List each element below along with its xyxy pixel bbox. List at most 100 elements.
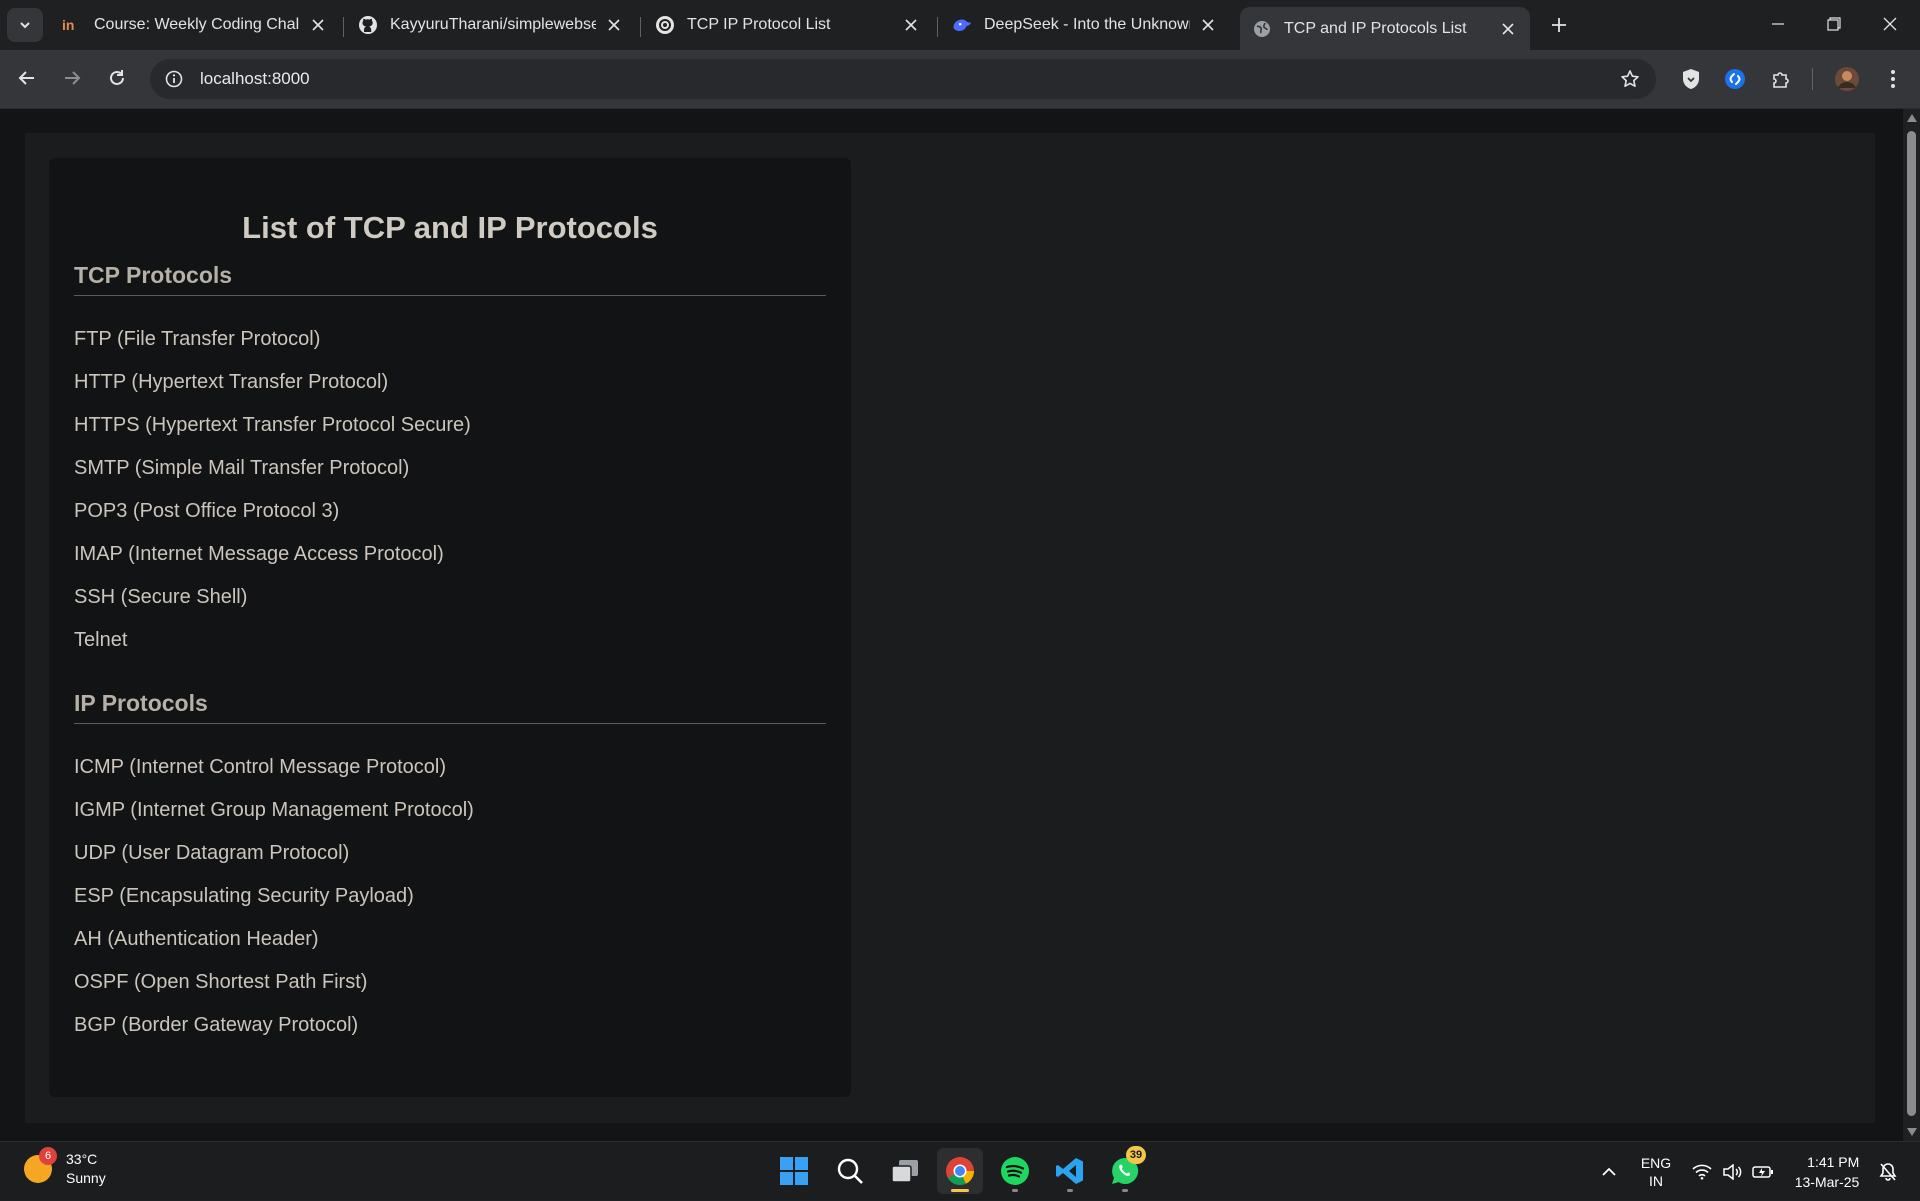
task-view-icon bbox=[891, 1160, 918, 1183]
list-item: AH (Authentication Header) bbox=[74, 928, 319, 950]
clock-time: 1:41 PM bbox=[1807, 1153, 1860, 1170]
restore-icon bbox=[1827, 17, 1841, 31]
puzzle-icon bbox=[1773, 72, 1789, 88]
vertical-scrollbar[interactable] bbox=[1903, 109, 1920, 1141]
clock-date: 13-Mar-25 bbox=[1794, 1173, 1860, 1190]
reload-button[interactable] bbox=[99, 60, 135, 96]
taskbar-search-button[interactable] bbox=[827, 1148, 873, 1194]
tab-title: DeepSeek - Into the Unknown bbox=[984, 16, 1190, 33]
tab-deepseek[interactable]: DeepSeek - Into the Unknown bbox=[940, 7, 1230, 43]
shazam-extension[interactable] bbox=[1720, 64, 1750, 94]
notification-bell-icon[interactable] bbox=[1874, 1142, 1902, 1201]
system-clock[interactable]: 1:41 PM 13-Mar-25 bbox=[1786, 1142, 1868, 1201]
browser-toolbar: localhost:8000 bbox=[0, 50, 1920, 109]
task-view-button[interactable] bbox=[882, 1148, 928, 1194]
whatsapp-notification-badge: 39 bbox=[1126, 1146, 1146, 1164]
close-icon[interactable] bbox=[1198, 15, 1218, 35]
url-text[interactable]: localhost:8000 bbox=[200, 69, 310, 89]
avatar-icon bbox=[1835, 67, 1859, 91]
reload-icon bbox=[110, 70, 124, 85]
ip-protocol-list: ICMP (Internet Control Message Protocol)… bbox=[74, 746, 826, 1047]
list-item: OSPF (Open Shortest Path First) bbox=[74, 971, 368, 993]
tcp-protocol-list: FTP (File Transfer Protocol) HTTP (Hyper… bbox=[74, 318, 826, 662]
ip-section-heading: IP Protocols bbox=[74, 690, 826, 724]
language-indicator[interactable]: ENG IN bbox=[1632, 1142, 1680, 1201]
show-hidden-icons-button[interactable] bbox=[1594, 1142, 1624, 1201]
weather-temp: 33°C bbox=[66, 1151, 98, 1167]
profile-avatar[interactable] bbox=[1832, 64, 1862, 94]
wifi-icon[interactable] bbox=[1690, 1142, 1714, 1201]
tab-title: Course: Weekly Coding Challen bbox=[94, 16, 300, 33]
deepseek-icon bbox=[952, 15, 972, 35]
list-item: HTTPS (Hypertext Transfer Protocol Secur… bbox=[74, 414, 471, 436]
taskbar-spotify[interactable] bbox=[992, 1148, 1038, 1194]
tab-title: TCP IP Protocol List bbox=[687, 16, 831, 33]
running-app-indicator bbox=[1122, 1189, 1128, 1192]
scroll-up-icon[interactable] bbox=[1906, 112, 1917, 123]
chrome-icon bbox=[946, 1157, 974, 1185]
toolbar-separator bbox=[1812, 68, 1813, 90]
browser-menu-button[interactable] bbox=[1878, 64, 1908, 94]
back-button[interactable] bbox=[9, 60, 45, 96]
tab-title: TCP and IP Protocols List bbox=[1284, 19, 1467, 37]
taskbar-whatsapp[interactable]: 39 bbox=[1102, 1146, 1148, 1194]
tab-chatgpt[interactable]: TCP IP Protocol List bbox=[643, 7, 933, 43]
list-item: Telnet bbox=[74, 629, 128, 651]
scrollbar-thumb[interactable] bbox=[1907, 131, 1916, 1116]
taskbar-chrome[interactable] bbox=[937, 1148, 983, 1194]
close-icon[interactable] bbox=[901, 15, 921, 35]
weather-widget[interactable]: 6 33°C Sunny bbox=[24, 1147, 106, 1188]
start-button[interactable] bbox=[771, 1148, 817, 1194]
weather-text: 33°C Sunny bbox=[66, 1150, 106, 1188]
list-item: ICMP (Internet Control Message Protocol) bbox=[74, 756, 447, 778]
close-icon[interactable] bbox=[604, 15, 624, 35]
volume-icon[interactable] bbox=[1720, 1142, 1744, 1201]
list-item: IGMP (Internet Group Management Protocol… bbox=[74, 799, 474, 821]
bookmark-star-icon[interactable] bbox=[1620, 69, 1640, 94]
minimize-icon bbox=[1772, 23, 1784, 25]
tab-separator bbox=[937, 17, 938, 37]
spotify-icon bbox=[1001, 1157, 1029, 1185]
region-code: IN bbox=[1649, 1172, 1663, 1189]
chevron-down-icon bbox=[20, 22, 30, 29]
tcp-section-heading: TCP Protocols bbox=[74, 262, 826, 296]
windows-taskbar: 6 33°C Sunny 39 ENG IN 1:41 PM 13-Mar-25 bbox=[0, 1141, 1920, 1200]
scroll-down-icon[interactable] bbox=[1906, 1126, 1917, 1137]
site-info-icon[interactable] bbox=[154, 59, 194, 99]
list-item: HTTP (Hypertext Transfer Protocol) bbox=[74, 371, 389, 393]
minimize-button[interactable] bbox=[1750, 0, 1806, 48]
list-item: ESP (Encapsulating Security Payload) bbox=[74, 885, 414, 907]
github-icon bbox=[358, 15, 378, 35]
close-icon[interactable] bbox=[308, 15, 328, 35]
vscode-icon bbox=[1056, 1158, 1083, 1184]
weather-badge: 6 bbox=[39, 1147, 57, 1165]
taskbar-vscode[interactable] bbox=[1047, 1148, 1093, 1194]
tab-github[interactable]: KayyuruTharani/simplewebserv bbox=[346, 7, 636, 43]
list-item: FTP (File Transfer Protocol) bbox=[74, 328, 321, 350]
svg-text:in: in bbox=[62, 17, 74, 33]
list-item: BGP (Border Gateway Protocol) bbox=[74, 1014, 359, 1036]
weather-sun-icon: 6 bbox=[24, 1147, 57, 1183]
tab-course[interactable]: in Course: Weekly Coding Challen bbox=[50, 7, 340, 43]
list-item: UDP (User Datagram Protocol) bbox=[74, 842, 350, 864]
shazam-icon bbox=[1725, 69, 1745, 89]
more-vertical-icon bbox=[1891, 70, 1895, 88]
restore-button[interactable] bbox=[1806, 0, 1862, 48]
running-app-indicator bbox=[1012, 1189, 1018, 1192]
close-window-button[interactable] bbox=[1862, 0, 1918, 48]
tab-active-protocols[interactable]: TCP and IP Protocols List bbox=[1240, 7, 1530, 50]
list-item: IMAP (Internet Message Access Protocol) bbox=[74, 543, 444, 565]
page-title: List of TCP and IP Protocols bbox=[242, 210, 658, 245]
protocol-list-container: List of TCP and IP Protocols TCP Protoco… bbox=[49, 158, 851, 1097]
new-tab-button[interactable] bbox=[1545, 11, 1573, 39]
address-bar[interactable]: localhost:8000 bbox=[150, 59, 1656, 99]
brave-shield-extension[interactable] bbox=[1676, 64, 1706, 94]
chatgpt-icon bbox=[655, 15, 675, 35]
tab-title: KayyuruTharani/simplewebserv bbox=[390, 16, 596, 33]
battery-icon[interactable] bbox=[1750, 1142, 1776, 1201]
extensions-button[interactable] bbox=[1766, 64, 1796, 94]
tab-search-button[interactable] bbox=[7, 8, 43, 42]
close-icon[interactable] bbox=[1498, 19, 1518, 39]
page-body: List of TCP and IP Protocols TCP Protoco… bbox=[25, 133, 1875, 1123]
forward-button[interactable] bbox=[54, 60, 90, 96]
